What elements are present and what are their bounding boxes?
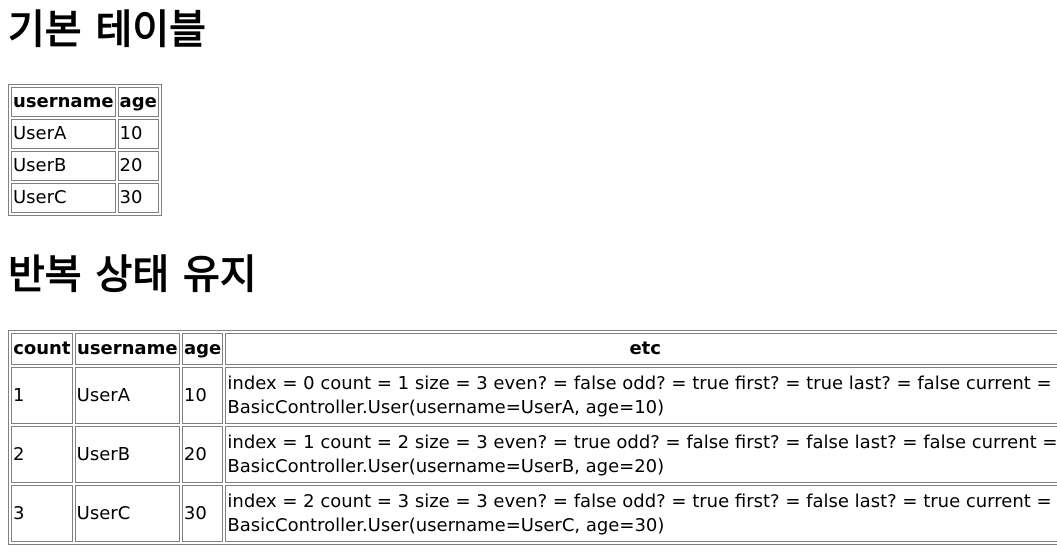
cell-etc: index = 2 count = 3 size = 3 even? = fal… [225,485,1057,542]
column-header-age: age [181,333,224,365]
cell-age: 10 [181,367,224,424]
table-header-row: count username age etc [11,333,1057,365]
cell-etc: index = 1 count = 2 size = 3 even? = tru… [225,426,1057,483]
column-header-username: username [74,333,180,365]
table-header-row: username age [11,87,159,117]
etc-current-value: BasicController.User(username=UserA, age… [227,396,665,418]
cell-count: 2 [11,426,73,483]
basic-table-title: 기본 테이블 [8,7,206,53]
etc-status-text: index = 2 count = 3 size = 3 even? = fal… [227,490,1052,512]
iteration-table: count username age etc 1 UserA 10 index … [8,330,1057,545]
table-row: 1 UserA 10 index = 0 count = 1 size = 3 … [11,367,1057,424]
table-row: UserB 20 [11,151,159,181]
cell-username: UserC [11,183,116,213]
cell-username: UserB [74,426,180,483]
etc-current-value: BasicController.User(username=UserC, age… [227,514,665,536]
table-row: 2 UserB 20 index = 1 count = 2 size = 3 … [11,426,1057,483]
cell-age: 30 [181,485,224,542]
etc-status-text: index = 1 count = 2 size = 3 even? = tru… [227,431,1057,453]
column-header-age: age [117,87,159,117]
cell-username: UserB [11,151,116,181]
cell-age: 30 [117,183,159,213]
etc-status-text: index = 0 count = 1 size = 3 even? = fal… [227,372,1052,394]
cell-age: 20 [117,151,159,181]
iteration-table-title: 반복 상태 유지 [8,252,257,298]
cell-username: UserC [74,485,180,542]
basic-table: username age UserA 10 UserB 20 UserC 30 [8,84,162,216]
column-header-etc: etc [225,333,1057,365]
cell-username: UserA [11,119,116,149]
cell-count: 3 [11,485,73,542]
column-header-username: username [11,87,116,117]
table-row: UserA 10 [11,119,159,149]
cell-etc: index = 0 count = 1 size = 3 even? = fal… [225,367,1057,424]
column-header-count: count [11,333,73,365]
cell-count: 1 [11,367,73,424]
cell-age: 20 [181,426,224,483]
cell-age: 10 [117,119,159,149]
table-row: 3 UserC 30 index = 2 count = 3 size = 3 … [11,485,1057,542]
table-row: UserC 30 [11,183,159,213]
etc-current-value: BasicController.User(username=UserB, age… [227,455,665,477]
cell-username: UserA [74,367,180,424]
